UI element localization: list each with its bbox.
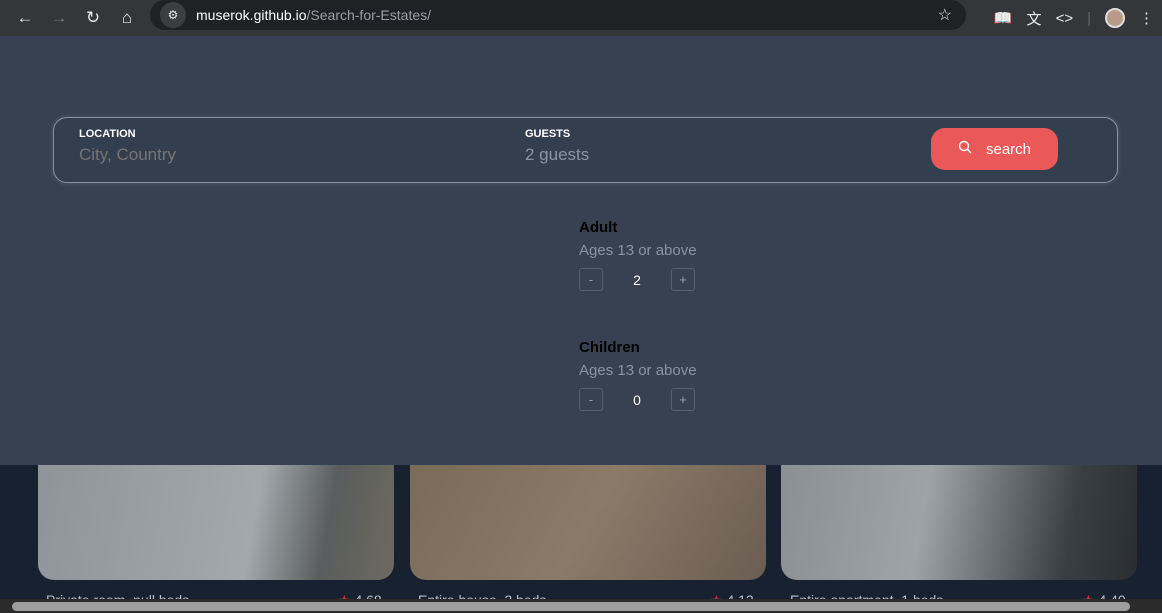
children-counter-group: Children Ages 13 or above -0 + (579, 339, 697, 411)
location-input[interactable] (79, 145, 379, 165)
forward-icon[interactable]: → (42, 8, 76, 28)
search-button[interactable]: search (931, 128, 1058, 170)
children-decrement-button[interactable]: - (579, 388, 603, 411)
search-overlay: LOCATION GUESTS 2 guests search Adult Ag… (0, 36, 1162, 465)
horizontal-scrollbar[interactable] (0, 599, 1162, 613)
children-increment-button[interactable]: + (671, 388, 695, 411)
menu-icon[interactable]: ⋮ (1139, 9, 1154, 27)
devtools-icon[interactable]: <> (1056, 10, 1074, 27)
browser-toolbar: ← → ↻ ⌂ ⚙ muserok.github.io/Search-for-E… (0, 0, 1162, 36)
site-settings-icon[interactable]: ⚙ (160, 2, 186, 28)
translate-icon[interactable]: 文 (1027, 8, 1042, 29)
bookmark-star-icon[interactable]: ☆ (938, 5, 952, 25)
search-bar: LOCATION GUESTS 2 guests search (53, 117, 1118, 183)
reload-icon[interactable]: ↻ (76, 8, 110, 28)
adult-count: 2 (633, 271, 641, 288)
guests-field[interactable]: GUESTS 2 guests (525, 128, 825, 165)
back-icon[interactable]: ← (8, 8, 42, 28)
location-label: LOCATION (79, 128, 136, 140)
adult-increment-button[interactable]: + (671, 268, 695, 291)
address-bar[interactable]: ⚙ muserok.github.io/Search-for-Estates/ … (150, 0, 966, 30)
location-field[interactable]: LOCATION (79, 128, 379, 165)
reading-mode-icon[interactable]: 📖 (994, 9, 1013, 27)
scrollbar-thumb[interactable] (12, 602, 1130, 611)
adult-decrement-button[interactable]: - (579, 268, 603, 291)
search-icon (958, 140, 972, 158)
listing-image[interactable] (410, 465, 766, 580)
children-count: 0 (633, 391, 641, 408)
adult-counter-group: Adult Ages 13 or above -2 + (579, 219, 697, 291)
listing-image[interactable] (38, 465, 394, 580)
home-icon[interactable]: ⌂ (110, 8, 144, 28)
guests-value[interactable]: 2 guests (525, 145, 825, 165)
listing-image[interactable] (781, 465, 1137, 580)
guests-label: GUESTS (525, 128, 571, 140)
avatar[interactable] (1105, 8, 1125, 28)
